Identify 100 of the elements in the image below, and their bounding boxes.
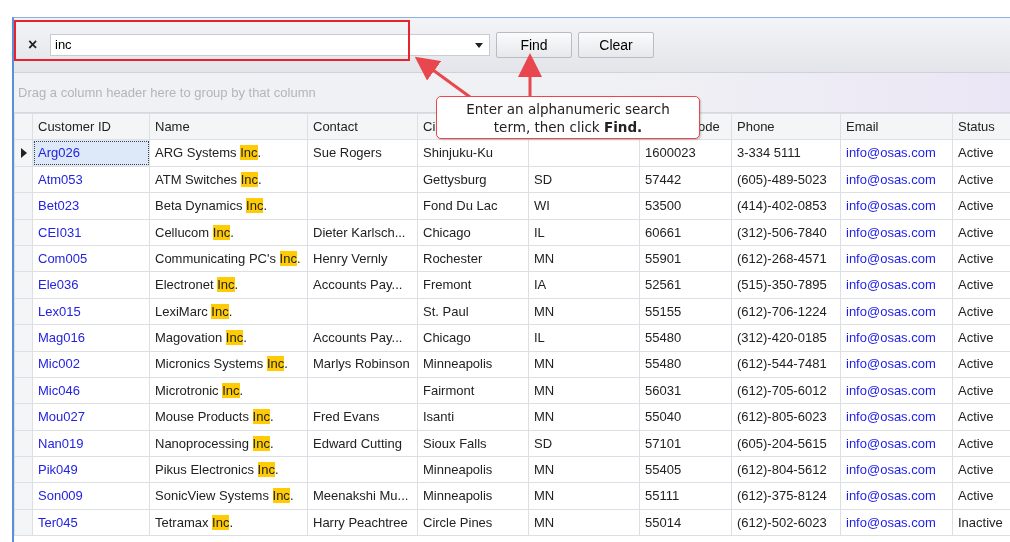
clear-search-icon[interactable]: × (28, 37, 50, 53)
table-cell: 55040 (639, 403, 732, 431)
table-row[interactable]: Bet023 Beta Dynamics Inc. Fond Du Lac WI 53500 (414)-402-0853 info@osas.com Active (14, 192, 1010, 220)
table-row[interactable]: Lex015 LexiMarc Inc. St. Paul MN 55155 (612)-706-1224 info@osas.com Active (14, 298, 1010, 325)
column-header[interactable]: Customer ID (32, 113, 150, 140)
table-cell: 55111 (639, 482, 732, 510)
table-cell: MN (528, 245, 640, 272)
table-row[interactable]: Son009 SonicView Systems Inc. Meenakshi Mu... Minneapolis MN 55111 (612)-375-8124 info@osas.com Active (14, 482, 1010, 510)
find-button[interactable]: Find (496, 32, 572, 58)
table-cell: MN (528, 509, 640, 536)
table-cell: IA (528, 271, 640, 299)
table-cell: Lex015 (32, 298, 150, 325)
table-cell: Minneapolis (417, 456, 529, 483)
email-link[interactable]: info@osas.com (840, 403, 953, 431)
table-cell: Son009 (32, 482, 150, 510)
callout-tooltip: Enter an alphanumeric search term, then click Find. (436, 96, 700, 139)
table-cell: Nan019 (32, 430, 150, 457)
table-row[interactable]: Nan019 Nanoprocessing Inc. Edward Cutting Sioux Falls SD 57101 (605)-204-5615 info@osas.com Active (14, 430, 1010, 457)
table-row[interactable]: Arg026 ARG Systems Inc. Sue Rogers Shinjuku-Ku 1600023 3-334 5111 info@osas.com Active (14, 139, 1010, 167)
table-cell: SD (528, 430, 640, 457)
table-cell: (612)-804-5612 (731, 456, 841, 483)
table-cell: 56031 (639, 377, 732, 404)
table-row[interactable]: Mic002 Micronics Systems Inc. Marlys Robinson Minneapolis MN 55480 (612)-544-7481 info@osas.com Active (14, 351, 1010, 378)
table-row[interactable]: Pik049 Pikus Electronics Inc. Minneapolis MN 55405 (612)-804-5612 info@osas.com Active (14, 456, 1010, 483)
table-row[interactable]: CEI031 Cellucom Inc. Dieter Karlsch... Chicago IL 60661 (312)-506-7840 info@osas.com Active (14, 219, 1010, 246)
email-link[interactable]: info@osas.com (840, 245, 953, 272)
table-cell: (312)-420-0185 (731, 324, 841, 351)
column-header[interactable]: Status (952, 113, 1010, 140)
table-row[interactable]: Com005 Communicating PC's Inc. Henry Vernly Rochester MN 55901 (612)-268-4571 info@osas.com Active (14, 245, 1010, 272)
table-cell: Bet023 (32, 192, 150, 220)
table-cell: Sue Rogers (307, 139, 418, 167)
table-cell: (612)-268-4571 (731, 245, 841, 272)
table-cell: Pik049 (32, 456, 150, 483)
email-link[interactable]: info@osas.com (840, 298, 953, 325)
table-cell: (605)-489-5023 (731, 166, 841, 193)
table-cell: MN (528, 351, 640, 378)
table-cell: Nanoprocessing Inc. (149, 430, 308, 457)
table-row[interactable]: Ter045 Tetramax Inc. Harry Peachtree Circle Pines MN 55014 (612)-502-6023 info@osas.com Inactive (14, 509, 1010, 536)
column-header[interactable]: Name (149, 113, 308, 140)
table-cell: Fond Du Lac (417, 192, 529, 220)
table-cell: Cellucom Inc. (149, 219, 308, 246)
table-row[interactable]: Atm053 ATM Switches Inc. Gettysburg SD 57442 (605)-489-5023 info@osas.com Active (14, 166, 1010, 193)
email-link[interactable]: info@osas.com (840, 482, 953, 510)
table-cell: 55480 (639, 351, 732, 378)
table-cell: WI (528, 192, 640, 220)
table-cell: (612)-705-6012 (731, 377, 841, 404)
email-link[interactable]: info@osas.com (840, 139, 953, 167)
callout-arrow (414, 56, 471, 99)
table-cell: Chicago (417, 219, 529, 246)
table-cell: 60661 (639, 219, 732, 246)
table-cell: Ter045 (32, 509, 150, 536)
group-panel-hint: Drag a column header here to group by that column (18, 83, 316, 102)
table-cell: CEI031 (32, 219, 150, 246)
email-link[interactable]: info@osas.com (840, 219, 953, 246)
email-link[interactable]: info@osas.com (840, 456, 953, 483)
email-link[interactable]: info@osas.com (840, 509, 953, 536)
column-header[interactable]: Phone (731, 113, 841, 140)
table-cell: MN (528, 403, 640, 431)
table-row[interactable]: Mic046 Microtronic Inc. Fairmont MN 56031 (612)-705-6012 info@osas.com Active (14, 377, 1010, 404)
clear-button[interactable]: Clear (578, 32, 654, 58)
table-cell: Tetramax Inc. (149, 509, 308, 536)
email-link[interactable]: info@osas.com (840, 430, 953, 457)
table-cell: Mag016 (32, 324, 150, 351)
email-link[interactable]: info@osas.com (840, 192, 953, 220)
email-link[interactable]: info@osas.com (840, 166, 953, 193)
table-cell: Circle Pines (417, 509, 529, 536)
table-cell: ATM Switches Inc. (149, 166, 308, 193)
table-cell: Edward Cutting (307, 430, 418, 457)
table-cell: Atm053 (32, 166, 150, 193)
table-cell: 55405 (639, 456, 732, 483)
table-row[interactable]: Ele036 Electronet Inc. Accounts Pay... Fremont IA 52561 (515)-350-7895 info@osas.com Active (14, 271, 1010, 299)
table-cell: SD (528, 166, 640, 193)
column-header[interactable]: Email (840, 113, 953, 140)
table-cell: MN (528, 298, 640, 325)
table-cell: Magovation Inc. (149, 324, 308, 351)
email-link[interactable]: info@osas.com (840, 351, 953, 378)
table-cell: Com005 (32, 245, 150, 272)
table-cell: ARG Systems Inc. (149, 139, 308, 167)
table-cell: Beta Dynamics Inc. (149, 192, 308, 220)
column-header[interactable]: Contact (307, 113, 418, 140)
table-cell: Communicating PC's Inc. (149, 245, 308, 272)
table-cell: (612)-502-6023 (731, 509, 841, 536)
table-cell: Meenakshi Mu... (307, 482, 418, 510)
table-cell: Mic002 (32, 351, 150, 378)
table-cell: 53500 (639, 192, 732, 220)
table-cell: Mic046 (32, 377, 150, 404)
email-link[interactable]: info@osas.com (840, 324, 953, 351)
table-cell: 55155 (639, 298, 732, 325)
table-cell: Mou027 (32, 403, 150, 431)
table-cell: Fremont (417, 271, 529, 299)
table-cell: (312)-506-7840 (731, 219, 841, 246)
table-cell: Henry Vernly (307, 245, 418, 272)
table-cell: (612)-375-8124 (731, 482, 841, 510)
table-row[interactable]: Mou027 Mouse Products Inc. Fred Evans Isanti MN 55040 (612)-805-6023 info@osas.com Active (14, 403, 1010, 431)
table-cell: Accounts Pay... (307, 271, 418, 299)
table-row[interactable]: Mag016 Magovation Inc. Accounts Pay... Chicago IL 55480 (312)-420-0185 info@osas.com Active (14, 324, 1010, 351)
table-cell: SonicView Systems Inc. (149, 482, 308, 510)
email-link[interactable]: info@osas.com (840, 271, 953, 299)
email-link[interactable]: info@osas.com (840, 377, 953, 404)
table-cell: MN (528, 377, 640, 404)
